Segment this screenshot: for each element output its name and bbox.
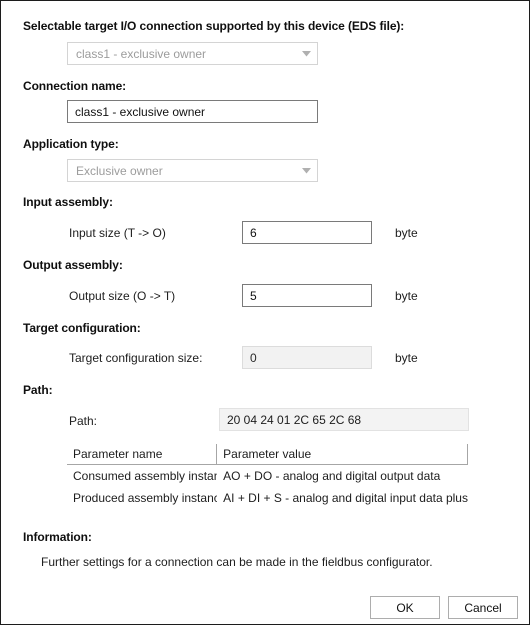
output-size-unit: byte bbox=[395, 289, 418, 303]
cell-parameter-name: Consumed assembly instance bbox=[73, 469, 218, 483]
column-header-parameter-name[interactable]: Parameter name bbox=[67, 444, 218, 464]
connection-settings-dialog: Selectable target I/O connection support… bbox=[0, 0, 530, 625]
selectable-target-heading: Selectable target I/O connection support… bbox=[23, 19, 405, 33]
table-row[interactable]: Produced assembly instance : AI + DI + S… bbox=[67, 487, 468, 509]
connection-name-heading: Connection name: bbox=[23, 79, 127, 93]
connection-name-input[interactable]: class1 - exclusive owner bbox=[67, 100, 318, 123]
chevron-down-icon bbox=[295, 167, 317, 174]
target-connection-combo[interactable]: class1 - exclusive owner bbox=[67, 42, 318, 65]
application-type-heading: Application type: bbox=[23, 137, 119, 151]
target-connection-combo-value: class1 - exclusive owner bbox=[76, 46, 207, 61]
input-size-input-value: 6 bbox=[250, 225, 257, 240]
output-size-input-value: 5 bbox=[250, 288, 257, 303]
input-size-label: Input size (T -> O) bbox=[69, 226, 166, 240]
path-input: 20 04 24 01 2C 65 2C 68 bbox=[219, 408, 469, 431]
target-config-size-label: Target configuration size: bbox=[69, 351, 203, 365]
cancel-button[interactable]: Cancel bbox=[448, 596, 518, 619]
cell-parameter-value: AO + DO - analog and digital output data bbox=[223, 469, 441, 483]
path-heading: Path: bbox=[23, 383, 53, 397]
cell-parameter-value: AI + DI + S - analog and digital input d… bbox=[223, 491, 468, 505]
output-size-label: Output size (O -> T) bbox=[69, 289, 176, 303]
information-heading: Information: bbox=[23, 530, 92, 544]
ok-button[interactable]: OK bbox=[370, 596, 440, 619]
column-header-parameter-value[interactable]: Parameter value bbox=[217, 444, 468, 464]
input-size-unit: byte bbox=[395, 226, 418, 240]
parameter-table: Parameter name Parameter value Consumed … bbox=[67, 444, 468, 509]
table-row[interactable]: Consumed assembly instance AO + DO - ana… bbox=[67, 465, 468, 487]
connection-name-input-value: class1 - exclusive owner bbox=[75, 104, 206, 119]
output-assembly-heading: Output assembly: bbox=[23, 258, 123, 272]
target-config-size-input-value: 0 bbox=[250, 350, 257, 365]
application-type-combo[interactable]: Exclusive owner bbox=[67, 159, 318, 182]
target-config-size-input: 0 bbox=[242, 346, 372, 369]
application-type-combo-value: Exclusive owner bbox=[76, 163, 163, 178]
output-size-input[interactable]: 5 bbox=[242, 284, 372, 307]
target-configuration-heading: Target configuration: bbox=[23, 321, 141, 335]
chevron-down-icon bbox=[295, 50, 317, 57]
information-text: Further settings for a connection can be… bbox=[41, 555, 433, 569]
path-input-value: 20 04 24 01 2C 65 2C 68 bbox=[227, 412, 362, 427]
input-size-input[interactable]: 6 bbox=[242, 221, 372, 244]
table-header-row: Parameter name Parameter value bbox=[67, 444, 468, 465]
cell-parameter-name: Produced assembly instance : bbox=[73, 491, 218, 505]
target-config-size-unit: byte bbox=[395, 351, 418, 365]
path-label: Path: bbox=[69, 414, 98, 428]
input-assembly-heading: Input assembly: bbox=[23, 195, 113, 209]
dialog-body: Selectable target I/O connection support… bbox=[1, 1, 529, 624]
